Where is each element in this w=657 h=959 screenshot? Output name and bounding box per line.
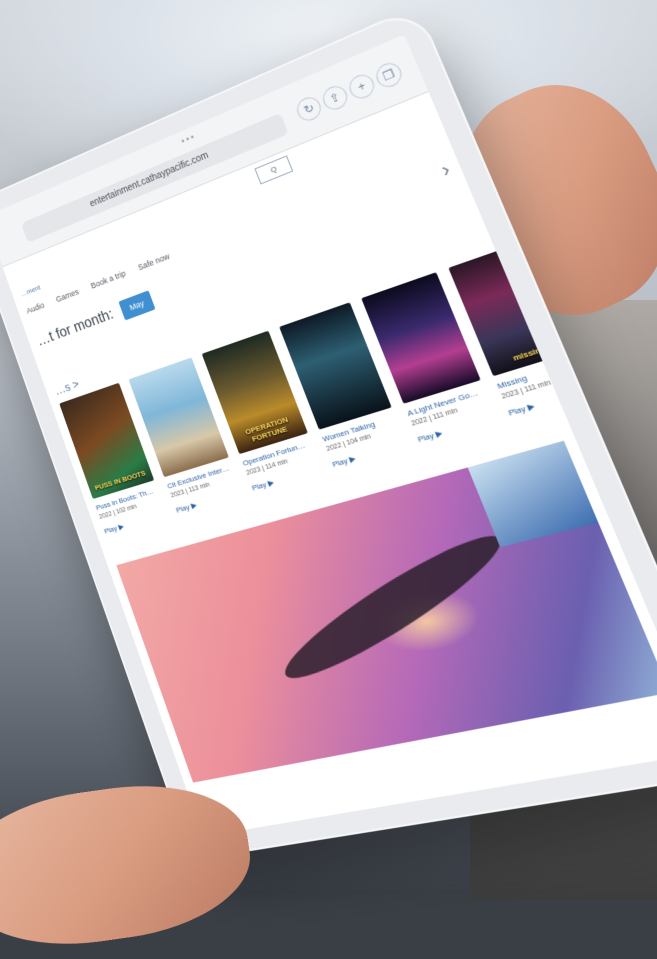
poster-art-caption: OPERATION FORTUNE — [243, 415, 290, 444]
nav-item-book-trip[interactable]: Book a trip — [90, 269, 127, 291]
banner-side-thumbnail[interactable] — [467, 440, 599, 548]
search-icon: Q — [269, 164, 278, 175]
refresh-icon[interactable]: ↻ — [293, 93, 325, 125]
carousel-next-icon[interactable]: › — [438, 158, 454, 182]
nav-item-safe-now[interactable]: Safe now — [137, 251, 171, 272]
tabs-icon[interactable]: ❐ — [372, 59, 406, 91]
section-link[interactable]: …s > — [53, 377, 81, 398]
nav-item-audio[interactable]: Audio — [25, 301, 45, 316]
new-tab-icon[interactable]: + — [345, 70, 378, 103]
banner-art-hat — [273, 519, 516, 694]
share-icon[interactable]: ⇪ — [319, 82, 351, 114]
month-heading: …t for month: — [35, 306, 116, 350]
toolbar-handle: ••• — [180, 131, 198, 148]
poster-art-caption: missing — [511, 343, 548, 363]
nav-item-games[interactable]: Games — [55, 287, 80, 304]
site-section-label: …ment — [19, 283, 42, 299]
month-selector[interactable]: May — [118, 290, 156, 321]
